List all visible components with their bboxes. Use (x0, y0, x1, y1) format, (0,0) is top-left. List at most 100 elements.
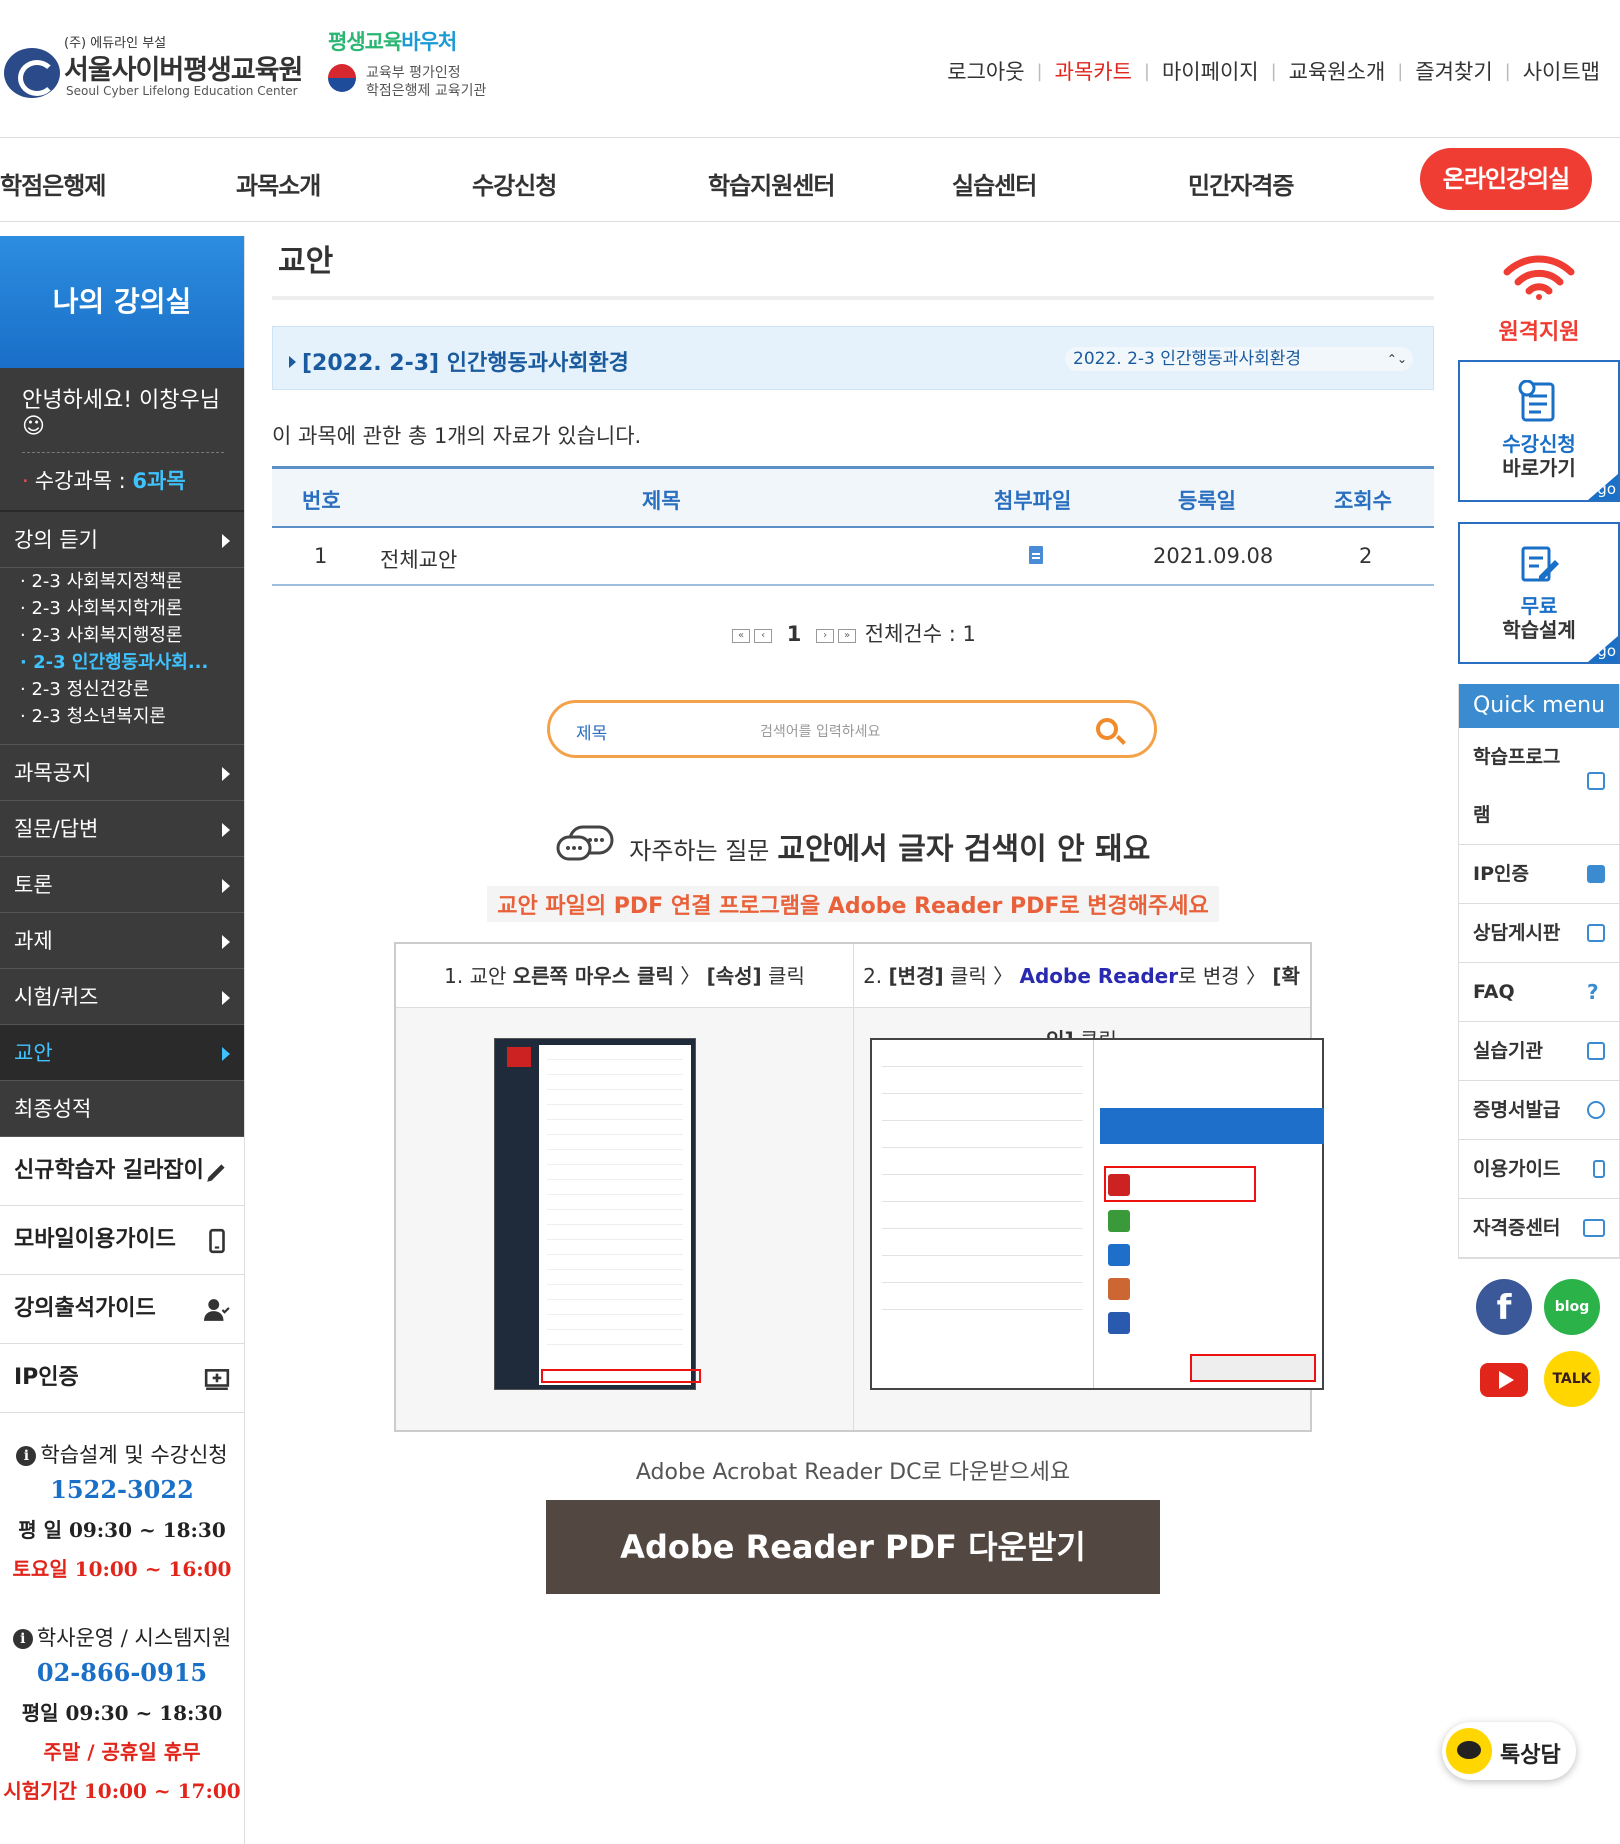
quick-counsel[interactable]: 상담게시판 (1459, 904, 1619, 963)
monitor-plus-icon (204, 1369, 230, 1391)
col-views: 조회수 (1334, 489, 1392, 513)
pagination: «‹ 1 ›» 전체건수 : 1 (272, 618, 1434, 648)
course-select[interactable]: 2022. 2-3 인간행동과사회환경 ⌃⌄ (1065, 347, 1413, 371)
col-no: 번호 (302, 489, 341, 513)
sub-item[interactable]: 2-3 사회복지학개론 (20, 595, 244, 622)
about-link[interactable]: 교육원소개 (1289, 56, 1386, 86)
nav-enroll[interactable]: 수강신청 (472, 166, 557, 201)
logout-link[interactable]: 로그아웃 (947, 56, 1024, 86)
quick-practice[interactable]: 실습기관 (1459, 1022, 1619, 1081)
guide-new-learner[interactable]: 신규학습자 길라잡이 (0, 1137, 244, 1206)
nav-courses[interactable]: 과목소개 (236, 166, 321, 201)
online-classroom-button[interactable]: 온라인강의실 (1420, 148, 1592, 210)
menu-qna[interactable]: 질문/답변 (0, 801, 244, 857)
quick-guide[interactable]: 이용가이드 (1459, 1140, 1619, 1199)
info2-tel[interactable]: 02-866-0915 (0, 1658, 244, 1687)
step2-header: 2. [변경] 클릭 〉 Adobe Reader로 변경 〉 [확인] 클릭 (853, 944, 1310, 1052)
chrome-icon (1108, 1210, 1130, 1232)
file-icon[interactable] (1029, 546, 1043, 564)
total-count: 전체건수 : 1 (864, 622, 976, 646)
notes-table: 번호 제목 첨부파일 등록일 조회수 1 전체교안 2021.09.08 2 (272, 466, 1434, 586)
apply-shortcut[interactable]: 수강신청 바로가기 go (1458, 360, 1620, 502)
edge-option-icon (1100, 1108, 1324, 1144)
nav-support[interactable]: 학습지원센터 (708, 166, 835, 201)
social-links: f blog TALK (1458, 1279, 1620, 1419)
badge-line2: 학점은행제 교육기관 (366, 83, 487, 99)
quick-license-center[interactable]: 자격증센터 (1459, 1199, 1619, 1258)
search-icon[interactable] (1096, 718, 1118, 740)
nav-credit-bank[interactable]: 학점은행제 (0, 166, 106, 201)
blog-icon[interactable]: blog (1544, 1279, 1600, 1335)
guide-ip-auth[interactable]: IP인증 (0, 1344, 244, 1413)
menu-notice[interactable]: 과목공지 (0, 745, 244, 801)
search-input[interactable]: 검색어를 입력하세요 (760, 721, 880, 741)
mobile-icon (1593, 1160, 1605, 1178)
user-check-icon (204, 1299, 230, 1321)
last-page-icon[interactable]: » (838, 629, 857, 643)
nav-certificate[interactable]: 민간자격증 (1188, 166, 1294, 201)
menu-exam[interactable]: 시험/퀴즈 (0, 969, 244, 1025)
sub-item[interactable]: 2-3 정신건강론 (20, 676, 244, 703)
my-classroom-title: 나의 강의실 (0, 236, 244, 368)
guide-mobile[interactable]: 모바일이용가이드 (0, 1206, 244, 1275)
book-icon (1587, 772, 1605, 790)
context-menu-screenshot (494, 1038, 701, 1390)
sub-item-active[interactable]: 2-3 인간행동과사회... (20, 649, 244, 676)
menu-assignment[interactable]: 과제 (0, 913, 244, 969)
menu-discussion[interactable]: 토론 (0, 857, 244, 913)
guide-attendance[interactable]: 강의출석가이드 (0, 1275, 244, 1344)
bookmark-link[interactable]: 즐겨찾기 (1415, 56, 1492, 86)
pdf-file-icon (507, 1047, 531, 1067)
cart-link[interactable]: 과목카트 (1055, 56, 1132, 86)
faq-section: 자주하는 질문 교안에서 글자 검색이 안 돼요 교안 파일의 PDF 연결 프로… (272, 824, 1434, 1594)
nav-practice[interactable]: 실습센터 (952, 166, 1037, 201)
quick-faq[interactable]: FAQ? (1459, 963, 1619, 1022)
main-content: 교안 [2022. 2-3] 인간행동과사회환경 2022. 2-3 인간행동과… (272, 236, 1434, 1594)
clipboard-icon (1587, 924, 1605, 942)
remote-support[interactable]: 원격지원 (1458, 236, 1620, 360)
sub-item[interactable]: 2-3 청소년복지론 (20, 703, 244, 730)
polaris-icon (1108, 1312, 1130, 1334)
info2-exam: 시험기간 10:00 ~ 17:00 (3, 1779, 241, 1803)
next-page-icon[interactable]: › (816, 629, 835, 643)
logo-mark-icon (4, 48, 60, 98)
prev-page-icon[interactable]: ‹ (754, 629, 773, 643)
search-field-select[interactable]: 제목 (576, 719, 607, 744)
wifi-icon (1503, 255, 1575, 300)
course-bar: [2022. 2-3] 인간행동과사회환경 2022. 2-3 인간행동과사회환… (272, 326, 1434, 390)
greeting: 안녕하세요! 이창우님☺ (22, 388, 224, 453)
top-links: 로그아웃 | 과목카트 | 마이페이지 | 교육원소개 | 즐겨찾기 | 사이트맵 (947, 56, 1600, 86)
user-box: 안녕하세요! 이창우님☺ · 수강과목 : 6과목 (0, 368, 244, 510)
sub-item[interactable]: 2-3 사회복지정책론 (20, 568, 244, 595)
mobile-icon (209, 1228, 225, 1254)
arrow-right-icon (222, 823, 230, 837)
kakaotalk-icon[interactable]: TALK (1544, 1351, 1600, 1407)
mypage-link[interactable]: 마이페이지 (1162, 56, 1259, 86)
site-logo[interactable]: (주) 에듀라인 부설 서울사이버평생교육원 Seoul Cyber Lifel… (4, 32, 304, 102)
sub-item[interactable]: 2-3 사회복지행정론 (20, 622, 244, 649)
quick-certificate[interactable]: 증명서발급 (1459, 1081, 1619, 1140)
badge-top: 평생교육바우처 (328, 30, 457, 54)
table-row: 1 전체교안 2021.09.08 2 (272, 528, 1434, 586)
info1-weekday: 평 일 09:30 ~ 18:30 (18, 1518, 226, 1542)
menu-final-grade[interactable]: 최종성적 (0, 1081, 244, 1137)
row-title[interactable]: 전체교안 (380, 544, 457, 574)
youtube-icon[interactable] (1476, 1351, 1532, 1407)
col-title: 제목 (642, 489, 681, 513)
free-design-shortcut[interactable]: 무료 학습설계 go (1458, 522, 1620, 664)
current-page[interactable]: 1 (787, 622, 802, 646)
id-card-icon (1583, 1219, 1605, 1237)
menu-lecture-notes[interactable]: 교안 (0, 1025, 244, 1081)
talk-consult-button[interactable]: 톡상담 (1442, 1722, 1576, 1780)
facebook-icon[interactable]: f (1476, 1279, 1532, 1335)
quick-menu: Quick menu 학습프로그램 IP인증 상담게시판 FAQ? 실습기관 증… (1458, 684, 1620, 1259)
first-page-icon[interactable]: « (732, 629, 751, 643)
sitemap-link[interactable]: 사이트맵 (1523, 56, 1600, 86)
adobe-download-button[interactable]: Adobe Reader PDF 다운받기 (546, 1500, 1160, 1594)
quick-menu-title: Quick menu (1459, 684, 1619, 728)
quick-program[interactable]: 학습프로그램 (1459, 728, 1619, 845)
arrow-right-icon (222, 935, 230, 949)
quick-ip-auth[interactable]: IP인증 (1459, 845, 1619, 904)
info1-tel[interactable]: 1522-3022 (0, 1475, 244, 1504)
menu-lecture[interactable]: 강의 듣기 (0, 512, 244, 568)
